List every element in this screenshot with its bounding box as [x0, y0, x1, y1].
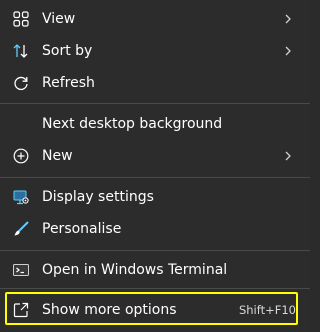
grid-icon	[13, 11, 29, 27]
chevron-right-icon	[285, 151, 291, 161]
chevron-right-icon	[285, 46, 291, 56]
brush-icon	[14, 221, 29, 236]
separator	[0, 250, 310, 251]
separator	[0, 288, 310, 289]
menu-item-personalise[interactable]: Personalise	[0, 213, 310, 245]
menu-item-display-settings[interactable]: Display settings	[0, 181, 310, 213]
menu-item-label: View	[42, 11, 76, 27]
plus-circle-icon	[13, 148, 29, 164]
menu-item-label: Open in Windows Terminal	[42, 262, 228, 278]
menu-item-label: Personalise	[42, 221, 122, 237]
refresh-icon	[14, 76, 28, 91]
context-menu: View Sort by Refresh Next desktop backgr…	[0, 0, 310, 332]
terminal-icon	[13, 264, 29, 276]
menu-item-label: Display settings	[42, 189, 154, 205]
separator	[0, 103, 310, 104]
menu-item-label: Refresh	[42, 75, 95, 91]
menu-item-new[interactable]: New	[0, 140, 310, 172]
menu-item-sort-by[interactable]: Sort by	[0, 35, 310, 67]
menu-item-refresh[interactable]: Refresh	[0, 67, 310, 99]
highlight-box	[5, 292, 298, 325]
menu-item-open-in-windows-terminal[interactable]: Open in Windows Terminal	[0, 254, 310, 286]
menu-item-next-desktop-background[interactable]: Next desktop background	[0, 108, 310, 140]
menu-item-label: Next desktop background	[42, 116, 223, 132]
sort-arrows-icon	[13, 44, 28, 58]
menu-item-label: Sort by	[42, 43, 93, 59]
menu-item-view[interactable]: View	[0, 3, 310, 35]
separator	[0, 177, 310, 178]
display-settings-icon	[13, 190, 29, 205]
chevron-right-icon	[285, 14, 291, 24]
menu-item-label: New	[42, 148, 73, 164]
